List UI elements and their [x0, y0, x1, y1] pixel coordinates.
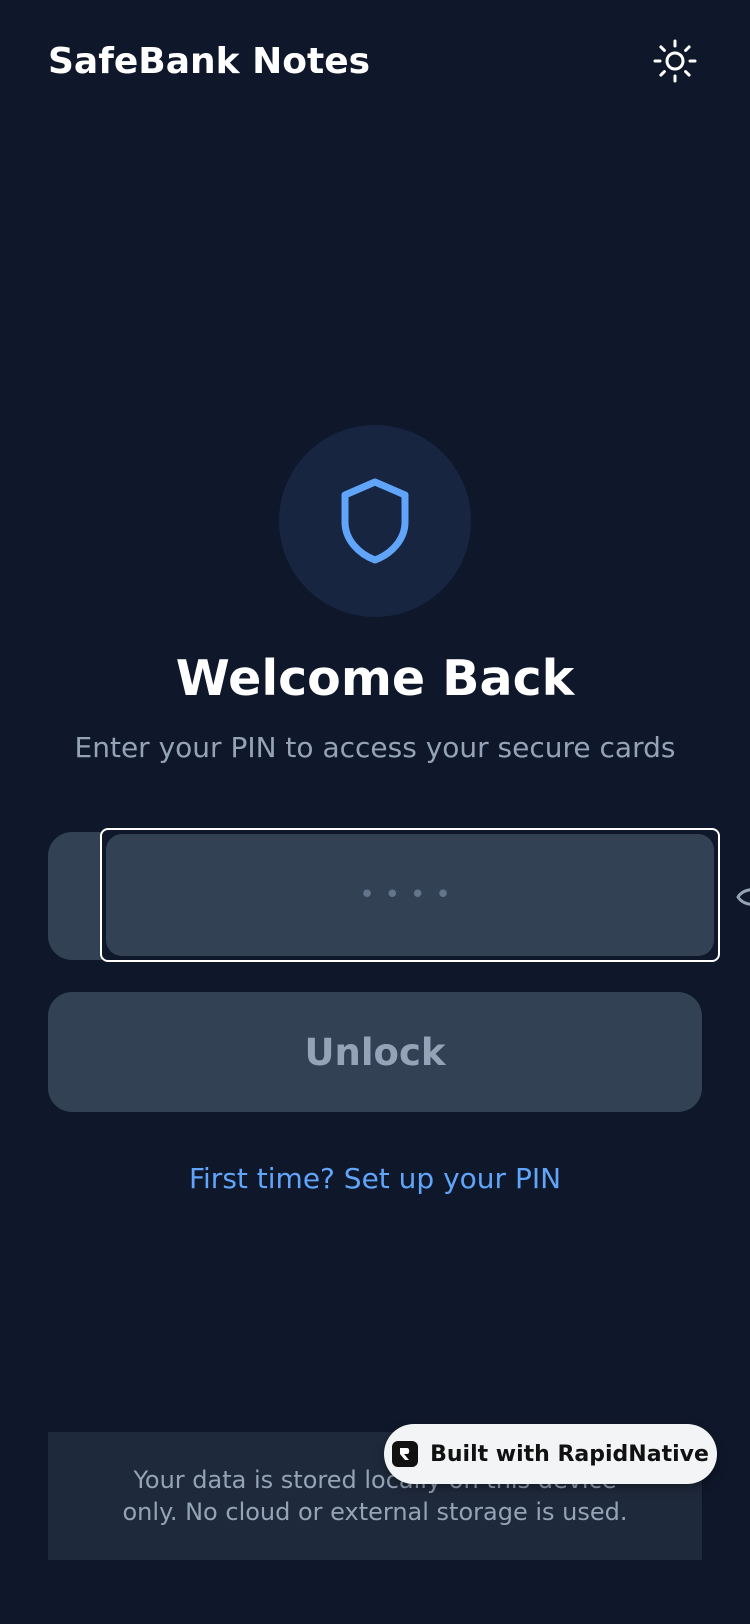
pin-input-focus-ring	[100, 828, 720, 962]
theme-toggle-button[interactable]	[648, 34, 702, 88]
welcome-title: Welcome Back	[175, 650, 575, 707]
built-with-badge[interactable]: Built with RapidNative	[384, 1424, 717, 1484]
lock-screen: SafeBank Notes Welcome Back Enter your P…	[0, 0, 750, 1624]
pin-instructions: Enter your PIN to access your secure car…	[74, 731, 676, 764]
badge-label: Built with RapidNative	[430, 1441, 709, 1467]
unlock-button[interactable]: Unlock	[48, 992, 702, 1112]
shield-badge	[279, 425, 471, 617]
sun-icon	[653, 39, 697, 83]
header: SafeBank Notes	[48, 34, 702, 88]
eye-icon[interactable]	[736, 880, 750, 914]
pin-input[interactable]	[106, 834, 714, 956]
app-title: SafeBank Notes	[48, 40, 371, 82]
shield-icon	[341, 478, 409, 564]
setup-pin-link[interactable]: First time? Set up your PIN	[0, 1162, 750, 1195]
rapidnative-logo-icon	[392, 1441, 419, 1467]
